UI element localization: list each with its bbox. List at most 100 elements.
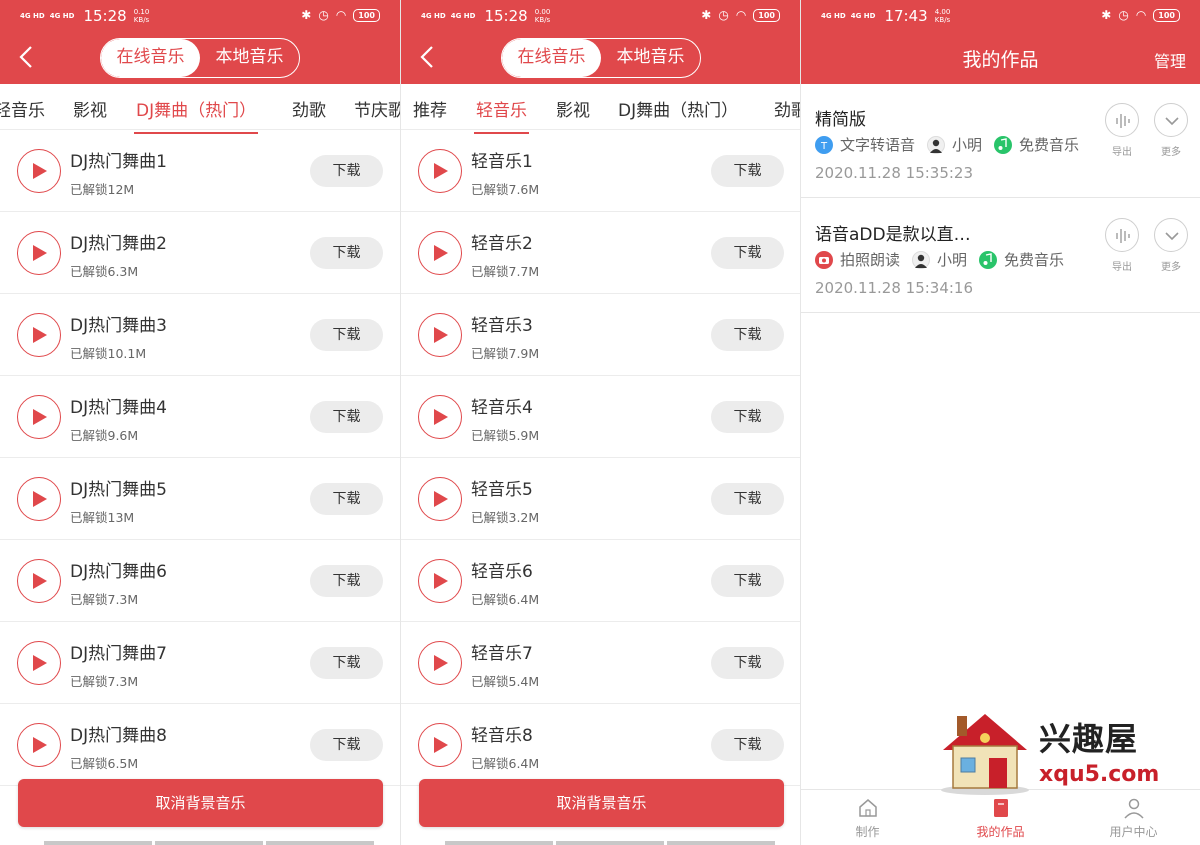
download-button[interactable]: 下载 xyxy=(711,401,784,433)
download-button[interactable]: 下载 xyxy=(711,319,784,351)
system-nav-bar xyxy=(44,841,374,845)
download-button[interactable]: 下载 xyxy=(711,565,784,597)
play-button[interactable] xyxy=(17,313,61,357)
play-button[interactable] xyxy=(418,559,462,603)
tab-label: 我的作品 xyxy=(976,825,1025,839)
play-button[interactable] xyxy=(17,231,61,275)
wifi-icon: ◠ xyxy=(735,8,747,22)
track-title: 轻音乐1 xyxy=(471,152,533,172)
download-button[interactable]: 下载 xyxy=(310,155,383,187)
manage-button[interactable]: 管理 xyxy=(1154,48,1186,72)
play-button[interactable] xyxy=(418,641,462,685)
list-item[interactable]: DJ热门舞曲1 已解锁12M 下载 xyxy=(0,130,400,212)
tab-make[interactable]: 制作 xyxy=(801,790,934,845)
tab-recommend[interactable]: 推荐 xyxy=(413,96,447,121)
download-button[interactable]: 下载 xyxy=(711,237,784,269)
list-item[interactable]: DJ热门舞曲7 已解锁7.3M 下载 xyxy=(0,622,400,704)
waveform-icon xyxy=(1116,114,1130,128)
list-item[interactable]: DJ热门舞曲4 已解锁9.6M 下载 xyxy=(0,376,400,458)
more-button[interactable] xyxy=(1154,218,1188,252)
list-item[interactable]: DJ热门舞曲2 已解锁6.3M 下载 xyxy=(0,212,400,294)
download-button[interactable]: 下载 xyxy=(711,483,784,515)
chevron-down-icon xyxy=(1165,232,1179,241)
tab-user-center[interactable]: 用户中心 xyxy=(1067,790,1200,845)
play-button[interactable] xyxy=(418,477,462,521)
play-icon xyxy=(33,737,47,753)
download-button[interactable]: 下载 xyxy=(310,483,383,515)
work-item[interactable]: 精简版 T 文字转语音 小明 免费音乐 2020.11.28 15:35:23 导… xyxy=(801,84,1200,198)
download-button[interactable]: 下载 xyxy=(310,401,383,433)
tab-local-music[interactable]: 本地音乐 xyxy=(601,39,700,77)
tab-pop-songs[interactable]: 劲歌 xyxy=(774,96,800,121)
list-item[interactable]: 轻音乐8 已解锁6.4M 下载 xyxy=(401,704,800,786)
cancel-background-music-button[interactable]: 取消背景音乐 xyxy=(18,779,383,827)
download-button[interactable]: 下载 xyxy=(310,729,383,761)
export-button[interactable] xyxy=(1105,218,1139,252)
play-icon xyxy=(434,655,448,671)
track-size: 已解锁6.4M xyxy=(471,756,540,771)
play-button[interactable] xyxy=(418,395,462,439)
list-item[interactable]: 轻音乐7 已解锁5.4M 下载 xyxy=(401,622,800,704)
play-button[interactable] xyxy=(17,395,61,439)
tag: 免费音乐 xyxy=(979,249,1064,270)
list-item[interactable]: DJ热门舞曲6 已解锁7.3M 下载 xyxy=(0,540,400,622)
tab-film[interactable]: 影视 xyxy=(73,96,107,121)
status-bar: 4G HD 4G HD 15:28 0.00 KB/s ✱ ◷ ◠ 100 xyxy=(401,0,800,32)
play-button[interactable] xyxy=(17,149,61,193)
track-title: DJ热门舞曲6 xyxy=(70,562,167,582)
list-item[interactable]: 轻音乐4 已解锁5.9M 下载 xyxy=(401,376,800,458)
list-item[interactable]: DJ热门舞曲3 已解锁10.1M 下载 xyxy=(0,294,400,376)
list-item[interactable]: 轻音乐3 已解锁7.9M 下载 xyxy=(401,294,800,376)
download-button[interactable]: 下载 xyxy=(310,319,383,351)
list-item[interactable]: 轻音乐2 已解锁7.7M 下载 xyxy=(401,212,800,294)
download-button[interactable]: 下载 xyxy=(711,729,784,761)
watermark: 兴趣屋 xqu5.com xyxy=(935,706,1165,796)
tab-light-music[interactable]: 轻音乐 xyxy=(474,96,529,134)
list-item[interactable]: 轻音乐1 已解锁7.6M 下载 xyxy=(401,130,800,212)
tab-dj-hot[interactable]: DJ舞曲（热门） xyxy=(133,96,259,134)
battery-icon: 100 xyxy=(1153,8,1180,22)
music-list: 轻音乐1 已解锁7.6M 下载 轻音乐2 已解锁7.7M 下载 轻音乐3 已解锁7.9M 下… xyxy=(401,130,800,786)
download-button[interactable]: 下载 xyxy=(310,237,383,269)
export-button[interactable] xyxy=(1105,103,1139,137)
play-button[interactable] xyxy=(418,313,462,357)
tab-online-music[interactable]: 在线音乐 xyxy=(502,39,601,77)
tab-pop-songs[interactable]: 劲歌 xyxy=(292,96,326,121)
play-button[interactable] xyxy=(17,723,61,767)
play-icon xyxy=(33,409,47,425)
tab-dj-hot[interactable]: DJ舞曲（热门） xyxy=(618,96,738,121)
list-item[interactable]: 轻音乐6 已解锁6.4M 下载 xyxy=(401,540,800,622)
more-button[interactable] xyxy=(1154,103,1188,137)
play-button[interactable] xyxy=(17,641,61,685)
play-button[interactable] xyxy=(418,149,462,193)
list-item[interactable]: DJ热门舞曲8 已解锁6.5M 下载 xyxy=(0,704,400,786)
work-item[interactable]: 语音aDD是款以直… 拍照朗读 小明 免费音乐 2020.11.28 15:34… xyxy=(801,199,1200,313)
tab-festival-songs[interactable]: 节庆歌 xyxy=(354,96,400,121)
back-arrow-icon[interactable] xyxy=(415,44,441,70)
music-picker-screen-dj: 4G HD 4G HD 15:28 0.10 KB/s ✱ ◷ ◠ 100 在线音… xyxy=(0,0,400,845)
house-icon xyxy=(858,799,877,817)
tab-local-music[interactable]: 本地音乐 xyxy=(200,39,299,77)
play-button[interactable] xyxy=(17,477,61,521)
book-icon xyxy=(993,799,1008,817)
list-item[interactable]: 轻音乐5 已解锁3.2M 下载 xyxy=(401,458,800,540)
tab-my-works[interactable]: 我的作品 xyxy=(934,790,1067,845)
track-title: 轻音乐2 xyxy=(471,234,533,254)
tab-light-music[interactable]: 轻音乐 xyxy=(0,96,45,121)
download-button[interactable]: 下载 xyxy=(711,647,784,679)
track-size: 已解锁5.9M xyxy=(471,428,540,443)
source-segmented-control: 在线音乐 本地音乐 xyxy=(501,38,701,78)
tab-film[interactable]: 影视 xyxy=(556,96,590,121)
play-button[interactable] xyxy=(418,723,462,767)
list-item[interactable]: DJ热门舞曲5 已解锁13M 下载 xyxy=(0,458,400,540)
back-arrow-icon[interactable] xyxy=(14,44,40,70)
tab-label: 制作 xyxy=(855,825,880,839)
play-button[interactable] xyxy=(418,231,462,275)
cancel-background-music-button[interactable]: 取消背景音乐 xyxy=(419,779,784,827)
tab-online-music[interactable]: 在线音乐 xyxy=(101,39,200,77)
play-button[interactable] xyxy=(17,559,61,603)
download-button[interactable]: 下载 xyxy=(310,565,383,597)
track-size: 已解锁7.6M xyxy=(471,182,540,197)
download-button[interactable]: 下载 xyxy=(711,155,784,187)
download-button[interactable]: 下载 xyxy=(310,647,383,679)
